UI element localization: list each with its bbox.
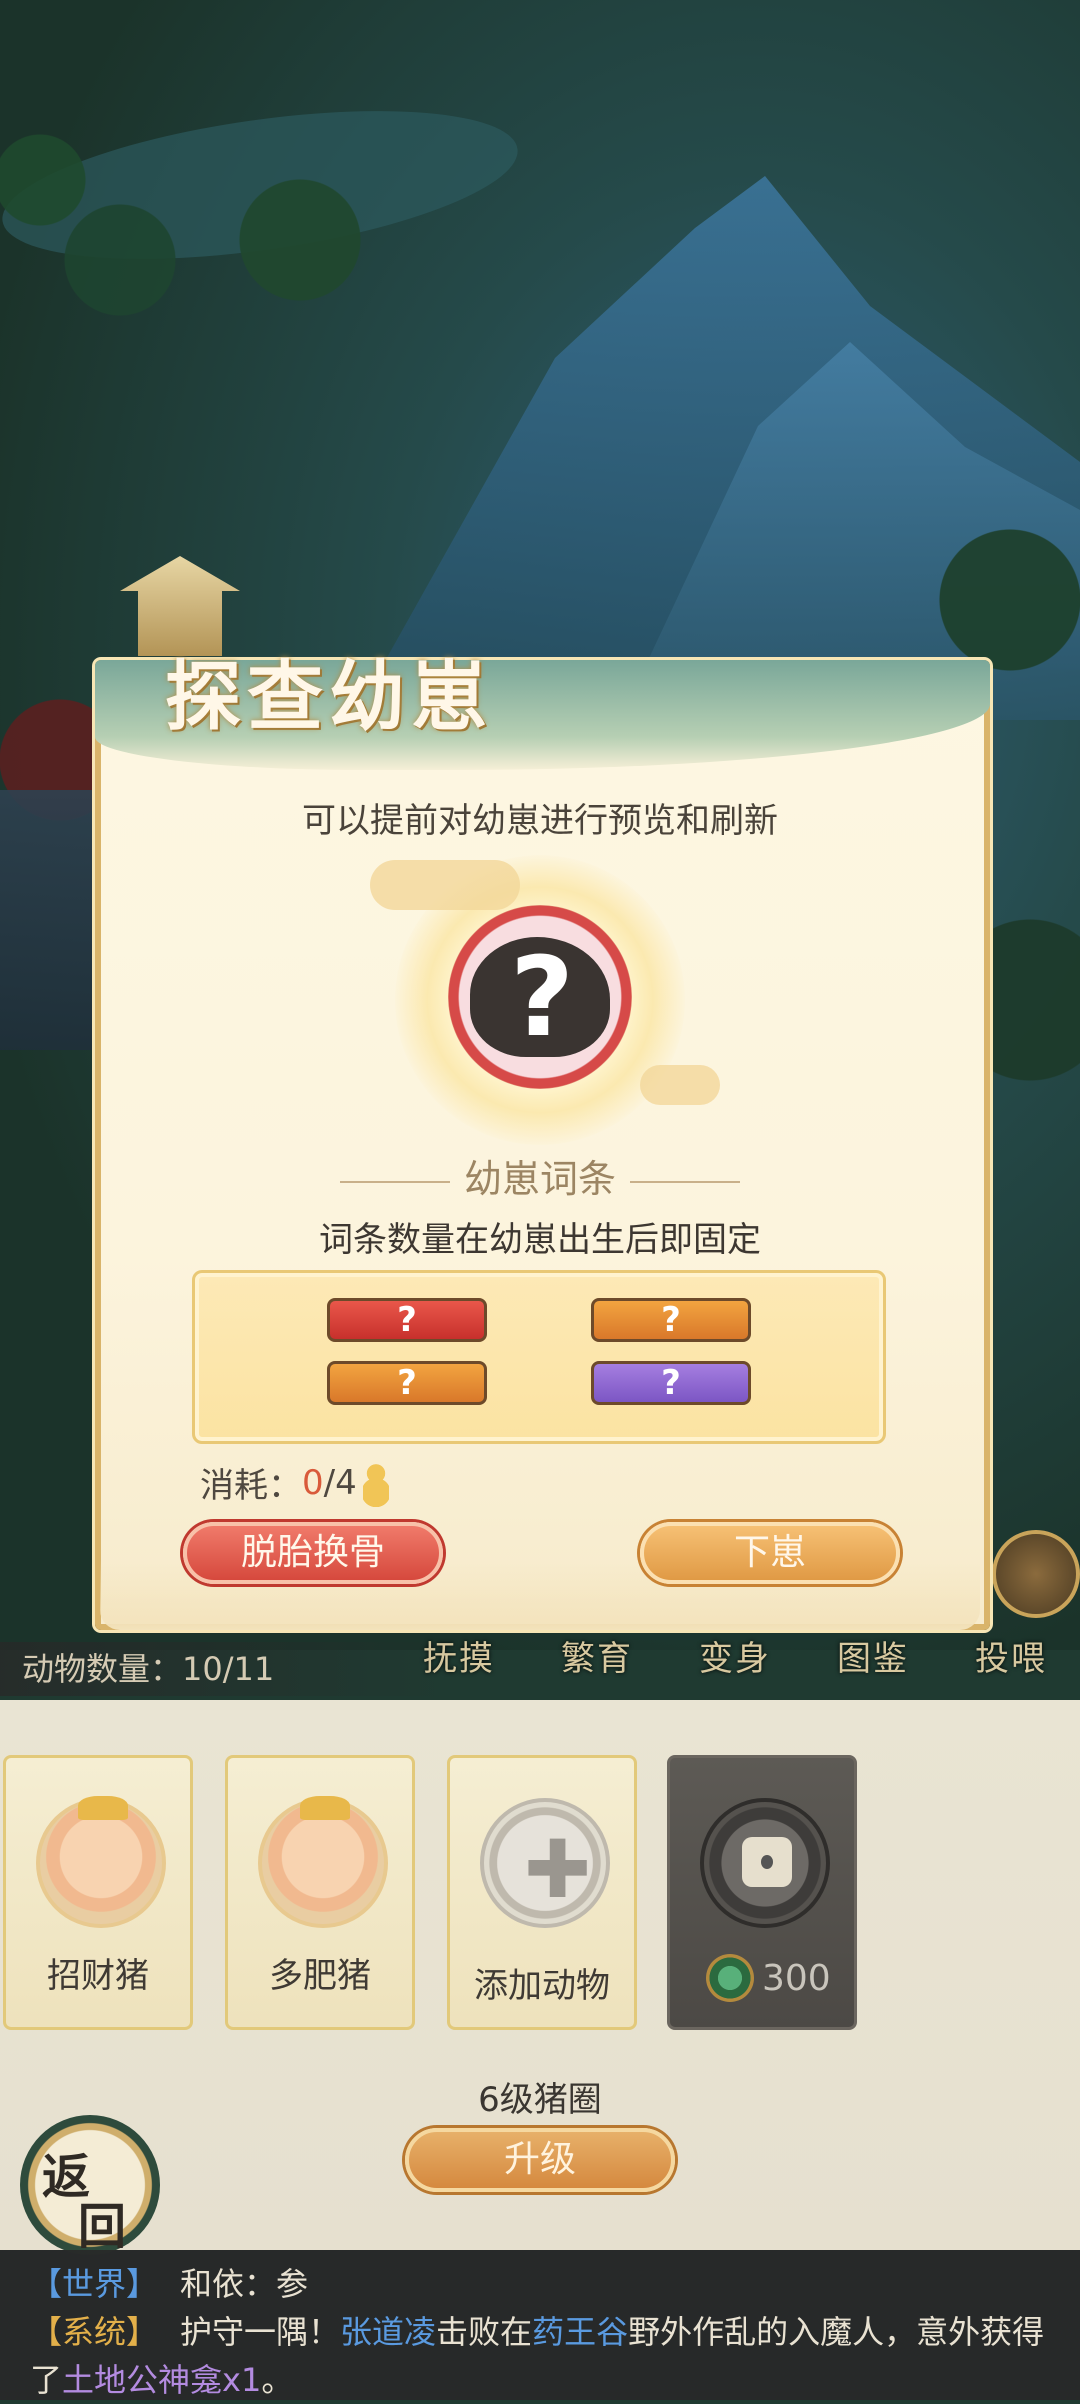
channel-tag: 【世界】 [30, 2265, 159, 2303]
traits-box: ? ? ? ? [192, 1270, 886, 1444]
cost-label: 消耗： [200, 1466, 302, 1506]
player-name-link[interactable]: 张道凌 [340, 2313, 436, 2351]
action-catalog[interactable]: 图鉴 [837, 1631, 909, 1680]
pig-avatar [36, 1796, 166, 1928]
locked-circle [700, 1798, 830, 1928]
cost-current: 0 [302, 1462, 324, 1503]
action-breed[interactable]: 繁育 [561, 1631, 633, 1680]
traits-section-title: 幼崽词条 [0, 1148, 1080, 1203]
trait-slot-orange[interactable]: ? [327, 1361, 487, 1405]
place-link[interactable]: 药王谷 [532, 2313, 628, 2351]
lock-icon [742, 1837, 792, 1887]
unlock-cost-value: 300 [762, 1957, 831, 1999]
animal-slot-zhaocai-pig[interactable]: 招财猪 [3, 1755, 193, 2030]
action-transform[interactable]: 变身 [699, 1631, 771, 1680]
traits-rule-note: 词条数量在幼崽出生后即固定 [319, 1220, 761, 1260]
animal-slot-duofei-pig[interactable]: 多肥猪 [225, 1755, 415, 2030]
locked-slot[interactable]: 300 [667, 1755, 857, 2030]
action-bar: 抚摸 繁育 变身 图鉴 投喂 [390, 1625, 1080, 1685]
add-animal-label: 添加动物 [474, 1966, 610, 2006]
gourd-icon [362, 1458, 389, 1507]
cost-row: 消耗： 0 /4 [200, 1458, 389, 1507]
chat-text: 护守一隅！ [180, 2313, 341, 2351]
chat-line-world: 【世界】 和依：参 [30, 2260, 1050, 2308]
channel-tag: 【系统】 [30, 2313, 159, 2351]
pig-avatar [258, 1796, 388, 1928]
dialog-title: 探查幼崽 [165, 652, 493, 741]
item-link[interactable]: 土地公神龛x1 [62, 2361, 261, 2399]
side-activity-icon[interactable] [992, 1530, 1080, 1618]
action-feed[interactable]: 投喂 [975, 1631, 1047, 1680]
return-button[interactable]: 返 回 [20, 2115, 160, 2255]
unlock-cost: 300 [706, 1954, 831, 2002]
give-birth-button[interactable]: 下崽 [640, 1522, 900, 1584]
animal-name: 招财猪 [47, 1956, 149, 1996]
trait-slot-orange[interactable]: ? [591, 1298, 751, 1342]
cloud-ornament [370, 860, 520, 910]
chat-text: 。 [261, 2361, 294, 2399]
cloud-ornament [640, 1065, 720, 1105]
trait-slot-red[interactable]: ? [327, 1298, 487, 1342]
trait-slot-purple[interactable]: ? [591, 1361, 751, 1405]
animal-name: 多肥猪 [269, 1956, 371, 1996]
upgrade-button[interactable]: 升级 [405, 2128, 675, 2192]
animal-count: 动物数量：10/11 [0, 1642, 452, 1696]
chat-text: 和依：参 [180, 2265, 309, 2303]
jade-coin-icon [706, 1954, 754, 2002]
chat-line-system: 【系统】 护守一隅！张道凌击败在药王谷野外作乱的入魔人，意外获得了土地公神龛x1。 [30, 2308, 1050, 2404]
dialog-subtitle: 可以提前对幼崽进行预览和刷新 [302, 801, 778, 841]
chat-box[interactable]: 【世界】 和依：参 【系统】 护守一隅！张道凌击败在药王谷野外作乱的入魔人，意外获得… [0, 2250, 1080, 2400]
add-circle: ✚ [480, 1798, 610, 1928]
question-mark-icon: ? [510, 933, 574, 1061]
add-animal-slot[interactable]: ✚ 添加动物 [447, 1755, 637, 2030]
chat-text: 击败在 [436, 2313, 533, 2351]
cost-total: /4 [323, 1462, 357, 1503]
pen-level: 6级猪圈 [478, 2080, 602, 2120]
plus-icon: ✚ [524, 1823, 592, 1916]
return-char-2: 回 [78, 2199, 127, 2255]
reroll-button[interactable]: 脱胎换骨 [183, 1522, 443, 1584]
